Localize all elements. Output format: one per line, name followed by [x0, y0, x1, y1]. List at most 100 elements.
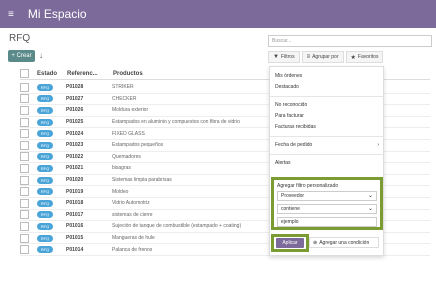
product-cell: FIXED GLASS	[112, 130, 145, 137]
group-label: Agrupar por	[312, 54, 339, 60]
filter-icon: ▼	[273, 54, 279, 60]
menu-icon[interactable]: ≡	[8, 9, 14, 20]
app-title[interactable]: Mi Espacio	[28, 7, 87, 21]
favorites-label: Favoritos	[357, 54, 379, 60]
reference-cell: P01023	[66, 142, 84, 149]
reference-cell: P01019	[66, 188, 84, 195]
status-badge: RFQ	[37, 222, 53, 230]
status-badge: RFQ	[37, 95, 53, 103]
top-navbar: ≡ Mi Espacio	[0, 0, 436, 28]
row-checkbox[interactable]	[20, 117, 29, 127]
filter-starred[interactable]: Destacado	[270, 82, 383, 93]
value-input[interactable]: ejemplo	[277, 217, 377, 227]
apply-highlight: Aplicar	[271, 234, 309, 252]
status-badge: RFQ	[37, 106, 53, 114]
status-badge: RFQ	[37, 153, 53, 161]
reference-cell: P01028	[66, 84, 84, 91]
reference-cell: P01027	[66, 95, 84, 102]
create-button[interactable]: + Crear	[8, 50, 35, 62]
status-badge: RFQ	[37, 234, 53, 242]
product-cell: Mangueras de hule	[112, 235, 155, 242]
filter-bills-received[interactable]: Facturas recibidas	[270, 122, 383, 133]
product-cell: bisagras	[112, 165, 131, 172]
reference-cell: P01020	[66, 177, 84, 184]
download-icon[interactable]: ↓	[39, 51, 43, 60]
divider	[270, 154, 383, 155]
row-checkbox[interactable]	[20, 233, 29, 243]
header-products[interactable]: Productos	[113, 71, 143, 77]
row-checkbox[interactable]	[20, 94, 29, 104]
reference-cell: P01017	[66, 211, 84, 218]
favorites-button[interactable]: ★ Favoritos	[345, 51, 384, 63]
status-badge: RFQ	[37, 130, 53, 138]
row-checkbox[interactable]	[20, 210, 29, 220]
reference-cell: P01015	[66, 235, 84, 242]
row-checkbox[interactable]	[20, 187, 29, 197]
header-estado[interactable]: Estado	[37, 71, 67, 77]
field-select-value: Proveedor	[281, 193, 305, 199]
product-cell: Moldura exterior	[112, 107, 149, 114]
filter-alerts[interactable]: Alertas	[270, 158, 383, 169]
divider	[270, 96, 383, 97]
filter-my-orders[interactable]: Mis órdenes	[270, 71, 383, 82]
custom-filter-title[interactable]: Agregar filtro personalizado	[277, 183, 377, 189]
filter-not-acknowledged[interactable]: No reconocido	[270, 100, 383, 111]
row-checkbox[interactable]	[20, 163, 29, 173]
status-badge: RFQ	[37, 246, 53, 254]
divider	[270, 136, 383, 137]
select-all-checkbox[interactable]	[20, 69, 29, 78]
chevron-down-icon: ⌄	[367, 193, 373, 199]
reference-cell: P01014	[66, 246, 84, 253]
product-cell: sistemas de cierre	[112, 211, 153, 218]
page-title: RFQ	[9, 33, 31, 44]
row-checkbox[interactable]	[20, 129, 29, 139]
add-condition-button[interactable]: ⊕ Agregar una condición	[309, 237, 379, 248]
status-badge: RFQ	[37, 176, 53, 184]
row-checkbox[interactable]	[20, 140, 29, 150]
status-badge: RFQ	[37, 141, 53, 149]
filters-bar: ▼ Filtros ≡ Agrupar por ★ Favoritos	[268, 51, 432, 63]
product-cell: CHECKER	[112, 95, 137, 102]
product-cell: Moldeo	[112, 188, 129, 195]
order-date-label: Fecha de pedido	[275, 142, 313, 148]
group-icon: ≡	[306, 54, 311, 60]
row-checkbox[interactable]	[20, 245, 29, 255]
filter-to-invoice[interactable]: Para facturar	[270, 111, 383, 122]
field-select[interactable]: Proveedor ⌄	[277, 191, 377, 201]
row-checkbox[interactable]	[20, 82, 29, 92]
star-icon: ★	[350, 54, 356, 61]
chevron-right-icon: ›	[377, 142, 379, 148]
product-cell: Palanca de frenos	[112, 246, 153, 253]
filters-button[interactable]: ▼ Filtros	[268, 51, 300, 63]
search-input[interactable]: Buscar...	[268, 35, 432, 47]
row-checkbox[interactable]	[20, 175, 29, 185]
row-checkbox[interactable]	[20, 221, 29, 231]
reference-cell: P01021	[66, 165, 84, 172]
apply-button[interactable]: Aplicar	[276, 238, 304, 248]
row-checkbox[interactable]	[20, 198, 29, 208]
plus-icon: ⊕	[313, 239, 318, 246]
product-cell: Vidrio Automotriz	[112, 200, 150, 207]
product-cell: Estampados pequeños	[112, 142, 164, 149]
reference-cell: P01026	[66, 107, 84, 114]
status-badge: RFQ	[37, 188, 53, 196]
filters-label: Filtros	[280, 54, 295, 60]
custom-filter-panel: Agregar filtro personalizado Proveedor ⌄ …	[271, 177, 383, 230]
status-badge: RFQ	[37, 83, 53, 91]
filter-order-date[interactable]: Fecha de pedido ›	[270, 140, 383, 151]
operator-select[interactable]: contiene ⌄	[277, 204, 377, 214]
product-cell: Sujeción de tanque de combustible (estam…	[112, 223, 242, 230]
status-badge: RFQ	[37, 164, 53, 172]
reference-cell: P01016	[66, 223, 84, 230]
reference-cell: P01018	[66, 200, 84, 207]
reference-cell: P01024	[66, 130, 84, 137]
row-checkbox[interactable]	[20, 105, 29, 115]
row-checkbox[interactable]	[20, 152, 29, 162]
header-reference[interactable]: Referenc...	[67, 71, 113, 77]
operator-select-value: contiene	[281, 206, 300, 212]
product-cell: Quemadores	[112, 153, 141, 160]
reference-cell: P01025	[66, 119, 84, 126]
group-by-button[interactable]: ≡ Agrupar por	[301, 51, 344, 63]
reference-cell: P01022	[66, 153, 84, 160]
status-badge: RFQ	[37, 118, 53, 126]
